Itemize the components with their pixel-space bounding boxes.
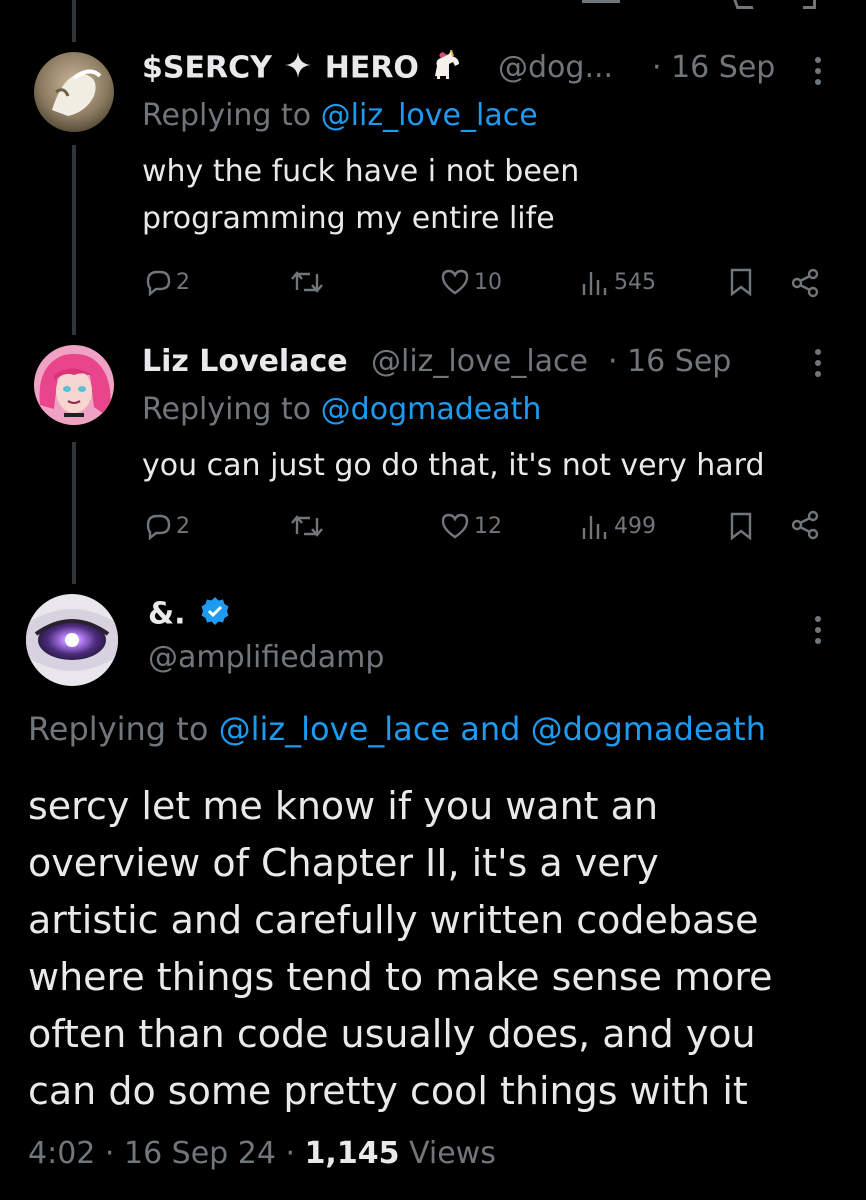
bookmark-icon	[730, 268, 752, 296]
views-icon	[582, 272, 607, 295]
views-count: 499	[614, 513, 656, 539]
replying-to: Replying to @dogmadeath	[142, 392, 542, 427]
like-icon	[441, 513, 469, 539]
timestamp[interactable]: · 16 Sep	[608, 344, 731, 379]
like-icon	[441, 269, 469, 295]
reply-icon	[146, 514, 171, 540]
thread-line	[72, 442, 76, 584]
reply-icon	[146, 270, 171, 296]
display-name[interactable]: Liz Lovelace	[142, 344, 348, 379]
cropped-previous-actions	[0, 0, 866, 9]
like-count: 10	[474, 269, 502, 295]
tweet-text: sercy let me know if you want an overvie…	[28, 784, 773, 1113]
share-button[interactable]	[790, 510, 820, 540]
replying-to: Replying to @liz_love_lace and @dogmadea…	[28, 710, 766, 748]
views-count: 545	[614, 269, 656, 295]
views-icon	[582, 516, 607, 539]
retweet-icon	[291, 271, 323, 293]
tweet-text: you can just go do that, it's not very h…	[142, 448, 765, 483]
like-button[interactable]: 10	[440, 268, 502, 296]
like-button[interactable]: 12	[440, 512, 502, 540]
mention-link[interactable]: @liz_love_lace and @dogmadeath	[219, 710, 766, 748]
timestamp[interactable]: 4:02 · 16 Sep 24 ·	[28, 1136, 305, 1171]
share-button[interactable]	[790, 268, 820, 298]
bookmark-button[interactable]	[730, 268, 752, 296]
display-name[interactable]: $SERCY HERO	[142, 49, 463, 88]
sparkle-icon	[284, 51, 312, 87]
avatar[interactable]	[34, 52, 114, 132]
replying-to: Replying to @liz_love_lace	[142, 98, 538, 133]
reply-button[interactable]: 2	[144, 268, 190, 296]
thread-line	[72, 145, 76, 335]
avatar[interactable]	[34, 345, 114, 425]
more-icon[interactable]	[814, 615, 822, 645]
retweet-button[interactable]	[290, 268, 324, 296]
reply-count: 2	[176, 513, 190, 539]
handle[interactable]: @dog...	[498, 50, 613, 85]
reply-button[interactable]: 2	[144, 512, 190, 540]
share-icon	[791, 268, 819, 298]
timestamp[interactable]: · 16 Sep	[652, 50, 775, 85]
views-button[interactable]: 499	[580, 512, 656, 540]
verified-badge-icon	[200, 596, 230, 634]
tweet-text: why the fuck have i not been programming…	[142, 154, 580, 236]
bookmark-button[interactable]	[730, 512, 752, 540]
unicorn-emoji-icon	[429, 49, 463, 88]
views-count: 1,145	[304, 1136, 400, 1171]
avatar[interactable]	[26, 594, 118, 686]
display-name[interactable]: &.	[148, 596, 230, 634]
handle[interactable]: @liz_love_lace	[371, 344, 588, 379]
reply-count: 2	[176, 269, 190, 295]
retweet-icon	[291, 515, 323, 537]
handle[interactable]: @amplifiedamp	[148, 640, 384, 675]
mention-link[interactable]: @liz_love_lace	[321, 98, 538, 133]
bookmark-icon	[730, 512, 752, 540]
like-count: 12	[474, 513, 502, 539]
views-label: Views	[399, 1136, 496, 1171]
tweet-metadata: 4:02 · 16 Sep 24 · 1,145 Views	[28, 1136, 496, 1171]
more-icon[interactable]	[814, 56, 822, 86]
mention-link[interactable]: @dogmadeath	[321, 392, 542, 427]
retweet-button[interactable]	[290, 512, 324, 540]
views-button[interactable]: 545	[580, 268, 656, 296]
share-icon	[791, 510, 819, 540]
more-icon[interactable]	[814, 348, 822, 378]
thread-line	[72, 0, 76, 42]
